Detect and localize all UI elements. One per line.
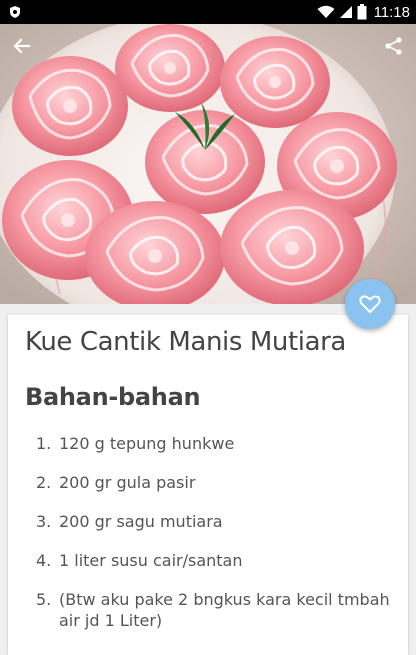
list-item-text: (Btw aku pake 2 bngkus kara kecil tmbah … [59,590,390,630]
list-item-number: 2. [36,473,52,492]
share-icon [385,37,402,55]
list-item: 1. 120 g tepung hunkwe [25,433,395,454]
signal-icon [339,6,352,18]
recipe-title: Kue Cantik Manis Mutiara [25,327,346,357]
list-item: 2. 200 gr gula pasir [25,472,395,493]
list-item-text: 120 g tepung hunkwe [59,434,235,453]
list-item-text: 200 gr sagu mutiara [59,512,223,531]
recipe-card: Kue Cantik Manis Mutiara Bahan-bahan 1. 1… [8,315,408,655]
clock-time: 11:18 [373,3,410,21]
status-bar: 11:18 [0,0,416,24]
list-item: 3. 200 gr sagu mutiara [25,511,395,532]
favorite-button[interactable] [345,279,395,329]
list-item-text: 200 gr gula pasir [59,473,196,492]
list-item-number: 1. [36,434,52,453]
list-item-number: 5. [36,590,52,609]
wifi-icon [317,5,335,18]
back-button[interactable] [6,30,38,62]
heart-outline-icon [359,295,381,313]
app-notification-icon [10,6,20,18]
arrow-back-icon [13,38,31,54]
share-button[interactable] [378,30,410,62]
list-item-text: 1 liter susu cair/santan [59,551,243,570]
ingredients-list: 1. 120 g tepung hunkwe 2. 200 gr gula pasi… [25,433,395,649]
list-item: 5. (Btw aku pake 2 bngkus kara kecil tmba… [25,589,395,631]
ingredients-heading: Bahan-bahan [25,383,201,411]
recipe-photo [0,24,416,304]
list-item-number: 4. [36,551,52,570]
list-item: 4. 1 liter susu cair/santan [25,550,395,571]
battery-icon [357,4,367,20]
list-item-number: 3. [36,512,52,531]
